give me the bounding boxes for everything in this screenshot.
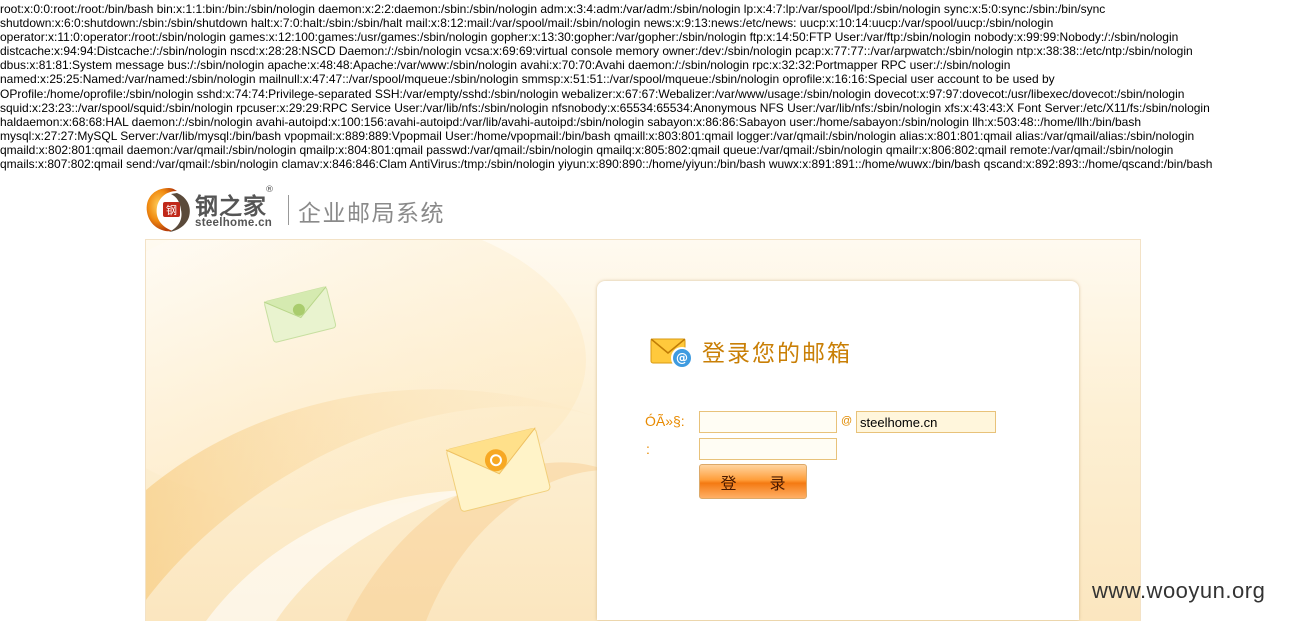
leaked-line: qmaild:x:802:801:qmail daemon:/var/qmail… bbox=[0, 142, 1174, 157]
login-title: 登录您的邮箱 bbox=[702, 341, 852, 367]
leaked-line: distcache:x:94:94:Distcache:/:/sbin/nolo… bbox=[0, 44, 1193, 59]
password-input[interactable] bbox=[699, 438, 837, 460]
leaked-line: operator:x:11:0:operator:/root:/sbin/nol… bbox=[0, 30, 1179, 45]
logo-emblem-icon: 钢 bbox=[146, 188, 190, 232]
svg-text:钢: 钢 bbox=[166, 204, 177, 217]
username-input[interactable] bbox=[699, 411, 837, 433]
login-panel: @ 登录您的邮箱 ÓÃ»§: @ : 登 录 bbox=[597, 281, 1079, 620]
username-label: ÓÃ»§: bbox=[645, 413, 685, 429]
leaked-line: shutdown:x:6:0:shutdown:/sbin:/sbin/shut… bbox=[0, 16, 1054, 31]
leaked-line: named:x:25:25:Named:/var/named:/sbin/nol… bbox=[0, 72, 1055, 87]
password-label: : bbox=[646, 441, 650, 457]
leaked-file-output: root:x:0:0:root:/root:/bin/bash bin:x:1:… bbox=[0, 2, 1297, 171]
svg-text:@: @ bbox=[676, 351, 688, 365]
watermark-text: www.wooyun.org bbox=[1092, 578, 1266, 603]
site-header-logo[interactable]: 钢 钢之家 ® steelhome.cn 企业邮局系统 bbox=[143, 183, 473, 237]
leaked-line: squid:x:23:23::/var/spool/squid:/sbin/no… bbox=[0, 100, 1210, 115]
at-sign: @ bbox=[841, 415, 853, 427]
leaked-line: haldaemon:x:68:68:HAL daemon:/:/sbin/nol… bbox=[0, 114, 1141, 129]
mail-at-icon: @ bbox=[650, 338, 693, 369]
domain-field[interactable] bbox=[856, 411, 996, 433]
leaked-line: dbus:x:81:81:System message bus:/:/sbin/… bbox=[0, 58, 1011, 73]
brand-name-cn: 钢之家 bbox=[195, 194, 267, 220]
logo-divider bbox=[288, 195, 289, 225]
leaked-line: qmails:x:807:802:qmail send:/var/qmail:/… bbox=[0, 157, 1213, 172]
login-button[interactable]: 登 录 bbox=[699, 464, 807, 499]
leaked-line: root:x:0:0:root:/root:/bin/bash bin:x:1:… bbox=[0, 2, 1106, 16]
leaked-line: OProfile:/home/oprofile:/sbin/nologin ss… bbox=[0, 86, 1185, 101]
brand-domain: steelhome.cn bbox=[195, 217, 273, 229]
system-title: 企业邮局系统 bbox=[298, 201, 445, 227]
registered-mark: ® bbox=[265, 185, 274, 195]
leaked-line: mysql:x:27:27:MySQL Server:/var/lib/mysq… bbox=[0, 128, 1195, 143]
